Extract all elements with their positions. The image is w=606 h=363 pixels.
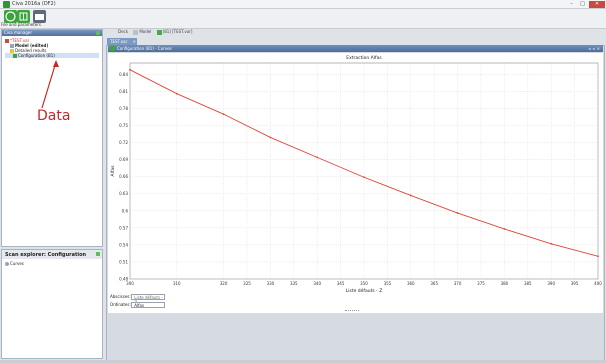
y-tick-label: 0.6 xyxy=(122,208,129,213)
scan-explorer-header: Scan explorer: Configuration xyxy=(2,250,102,259)
data-point xyxy=(550,242,553,245)
green-icon xyxy=(13,54,17,58)
tab-deck[interactable]: Deck xyxy=(118,29,128,34)
x-tick-label: 380 xyxy=(501,281,509,286)
configuration-tab[interactable]: Configuration (B1) - Curves ▫ ▫ × xyxy=(108,45,603,52)
y-tick-label: 0.66 xyxy=(119,174,128,179)
green-square-icon xyxy=(156,29,162,35)
close-icon[interactable]: × xyxy=(133,38,136,45)
x-tick-label: 350 xyxy=(360,281,368,286)
x-tick-label: 400 xyxy=(594,281,602,286)
x-tick-label: 330 xyxy=(267,281,275,286)
y-tick-label: 0.69 xyxy=(119,157,128,162)
x-tick-label: 340 xyxy=(313,281,321,286)
close-button[interactable]: ✕ xyxy=(589,1,605,8)
plot-area: 300 310 320 325 330 335 340 345 350 355 360 365 370 3… xyxy=(108,53,603,304)
abscisses-select[interactable]: Liste défauts - Z xyxy=(131,294,166,305)
document-tab[interactable]: TEST.var × xyxy=(107,38,137,45)
toolbar: File and parameters xyxy=(0,9,606,29)
civa-tree: *TEST.var Model (edited) Detailed result… xyxy=(2,36,102,60)
y-tick-label: 0.84 xyxy=(119,72,128,77)
data-point xyxy=(597,255,599,258)
window-controls[interactable]: ▫ ▫ × xyxy=(589,45,600,52)
window-title: Civa 2016a (DF2) xyxy=(12,1,56,7)
model-icon xyxy=(133,29,139,35)
y-tick-label: 0.75 xyxy=(119,123,128,128)
minimize-button[interactable]: – xyxy=(566,1,577,8)
tab-test[interactable]: [81] [TEST.var] xyxy=(156,29,193,35)
data-point xyxy=(129,68,131,71)
x-tick-label: 365 xyxy=(430,281,438,286)
ordinates-label: Ordinates: xyxy=(110,302,131,307)
panel-pin-icon[interactable] xyxy=(96,31,100,35)
x-tick-label: 300 xyxy=(126,281,134,286)
x-tick-label: 390 xyxy=(547,281,555,286)
scan-explorer-panel: Scan explorer: Configuration Curves xyxy=(1,249,103,359)
tab-model[interactable]: Model xyxy=(133,29,152,35)
x-tick-label: 395 xyxy=(571,281,579,286)
scan-tree: Curves xyxy=(2,259,102,268)
x-tick-label: 385 xyxy=(524,281,532,286)
title-bar: Civa 2016a (DF2) – □ ✕ xyxy=(0,0,606,9)
y-tick-label: 0.48 xyxy=(119,277,128,282)
abscisses-label: Abscisses: xyxy=(110,294,131,299)
x-tick-label: 355 xyxy=(384,281,392,286)
green-square-icon xyxy=(110,46,115,51)
panel-pin-icon[interactable] xyxy=(96,252,100,256)
y-tick-label: 0.51 xyxy=(119,259,128,264)
app-window: Civa 2016a (DF2) – □ ✕ File and paramete… xyxy=(0,0,606,363)
civa-manager-title: Civa manager xyxy=(4,30,32,35)
data-point xyxy=(316,156,319,159)
annotation-label: Data xyxy=(37,108,71,124)
line-chart[interactable]: 300 310 320 325 330 335 340 345 350 355 360 365 370 3… xyxy=(108,53,603,294)
abscisses-row: Abscisses: Liste défauts - Z xyxy=(110,294,166,305)
annotation-arrow xyxy=(41,60,59,109)
x-tick-label: 375 xyxy=(477,281,485,286)
y-tick-label: 0.57 xyxy=(119,225,128,230)
view-tabs: Deck Model [81] [TEST.var] xyxy=(118,29,196,36)
data-point xyxy=(222,113,225,116)
x-tick-label: 345 xyxy=(337,281,345,286)
data-point xyxy=(175,92,178,95)
data-point xyxy=(456,212,459,214)
resize-grip[interactable] xyxy=(345,310,359,312)
y-tick-label: 0.54 xyxy=(119,242,128,247)
y-axis-label: Alfas xyxy=(110,165,116,177)
scan-item-curves[interactable]: Curves xyxy=(5,261,99,266)
x-tick-label: 310 xyxy=(173,281,181,286)
app-icon xyxy=(3,1,10,8)
civa-manager-header: Civa manager xyxy=(2,30,102,36)
x-tick-label: 360 xyxy=(407,281,415,286)
data-point xyxy=(503,228,506,230)
data-point xyxy=(269,136,272,139)
chart-title: Extraction Alfas xyxy=(346,55,382,61)
scan-explorer-title: Scan explorer: Configuration xyxy=(5,252,87,258)
curve-icon xyxy=(5,262,9,266)
ordinates-select[interactable]: Alfas xyxy=(131,302,166,308)
data-point xyxy=(363,176,365,179)
scan-item-label: Curves xyxy=(10,261,24,266)
x-tick-label: 320 xyxy=(220,281,228,286)
x-tick-label: 325 xyxy=(243,281,251,286)
y-tick-label: 0.78 xyxy=(119,106,128,111)
y-tick-label: 0.81 xyxy=(119,89,128,94)
tab-test-label: [81] [TEST.var] xyxy=(162,29,193,34)
x-tick-label: 335 xyxy=(290,281,298,286)
toolbar-caption: File and parameters xyxy=(1,22,41,27)
document-tab-label: TEST.var xyxy=(110,39,128,44)
y-tick-label: 0.63 xyxy=(119,191,128,196)
x-tick-label: 370 xyxy=(454,281,462,286)
data-point xyxy=(409,194,412,197)
y-tick-label: 0.72 xyxy=(119,140,128,145)
maximize-button[interactable]: □ xyxy=(577,1,588,8)
file-icon xyxy=(5,39,9,43)
ordinates-row: Ordinates: Alfas xyxy=(110,302,166,308)
configuration-tab-label: Configuration (B1) - Curves xyxy=(117,46,172,51)
tab-model-label: Model xyxy=(139,29,152,34)
